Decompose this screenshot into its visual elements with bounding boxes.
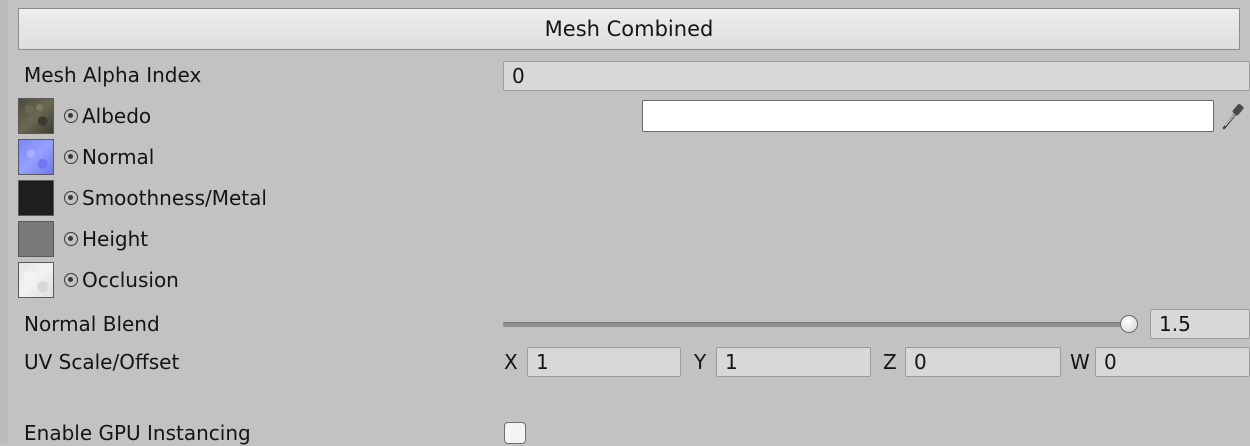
mesh-combined-header[interactable]: Mesh Combined	[18, 8, 1240, 50]
occlusion-label: Occlusion	[82, 268, 179, 292]
height-object-picker-icon[interactable]	[64, 232, 78, 246]
uv-y-label: Y	[694, 350, 707, 374]
uv-y-value: 1	[725, 350, 738, 374]
normal-label: Normal	[82, 145, 155, 169]
enable-gpu-instancing-label: Enable GPU Instancing	[24, 421, 251, 445]
normal-blend-value-field[interactable]: 1.5	[1150, 309, 1250, 339]
normal-blend-label: Normal Blend	[24, 312, 160, 336]
material-inspector-panel: Mesh Combined Mesh Alpha Index 0 Albedo …	[0, 0, 1250, 445]
uv-z-label: Z	[883, 350, 897, 374]
albedo-object-picker-icon[interactable]	[64, 109, 78, 123]
uv-x-label: X	[504, 350, 518, 374]
uv-x-field[interactable]: 1	[527, 347, 681, 377]
uv-x-value: 1	[536, 350, 549, 374]
enable-gpu-instancing-checkbox[interactable]	[504, 422, 526, 444]
mesh-alpha-index-value: 0	[512, 64, 525, 88]
height-label: Height	[82, 227, 149, 251]
normal-texture-slot[interactable]	[18, 139, 54, 175]
mesh-alpha-index-field[interactable]: 0	[503, 61, 1250, 91]
uv-w-value: 0	[1104, 350, 1117, 374]
height-texture-slot[interactable]	[18, 221, 54, 257]
smoothness-metal-label: Smoothness/Metal	[82, 186, 267, 210]
smoothness-metal-object-picker-icon[interactable]	[64, 191, 78, 205]
header-title: Mesh Combined	[544, 17, 714, 41]
uv-w-field[interactable]: 0	[1095, 347, 1250, 377]
mesh-alpha-index-label: Mesh Alpha Index	[24, 63, 202, 87]
uv-w-label: W	[1070, 350, 1090, 374]
uv-scale-offset-label: UV Scale/Offset	[24, 350, 180, 374]
normal-object-picker-icon[interactable]	[64, 150, 78, 164]
smoothness-metal-texture-slot[interactable]	[18, 180, 54, 216]
occlusion-texture-slot[interactable]	[18, 262, 54, 298]
albedo-color-field[interactable]	[642, 100, 1214, 132]
albedo-texture-slot[interactable]	[18, 98, 54, 134]
normal-blend-slider-thumb[interactable]	[1120, 315, 1138, 333]
occlusion-object-picker-icon[interactable]	[64, 273, 78, 287]
normal-blend-value: 1.5	[1159, 312, 1191, 336]
panel-left-edge	[0, 0, 8, 444]
uv-y-field[interactable]: 1	[716, 347, 871, 377]
uv-z-field[interactable]: 0	[905, 347, 1061, 377]
normal-blend-slider-track[interactable]	[503, 322, 1133, 327]
eyedropper-icon[interactable]	[1220, 98, 1246, 134]
albedo-label: Albedo	[82, 104, 152, 128]
uv-z-value: 0	[914, 350, 927, 374]
